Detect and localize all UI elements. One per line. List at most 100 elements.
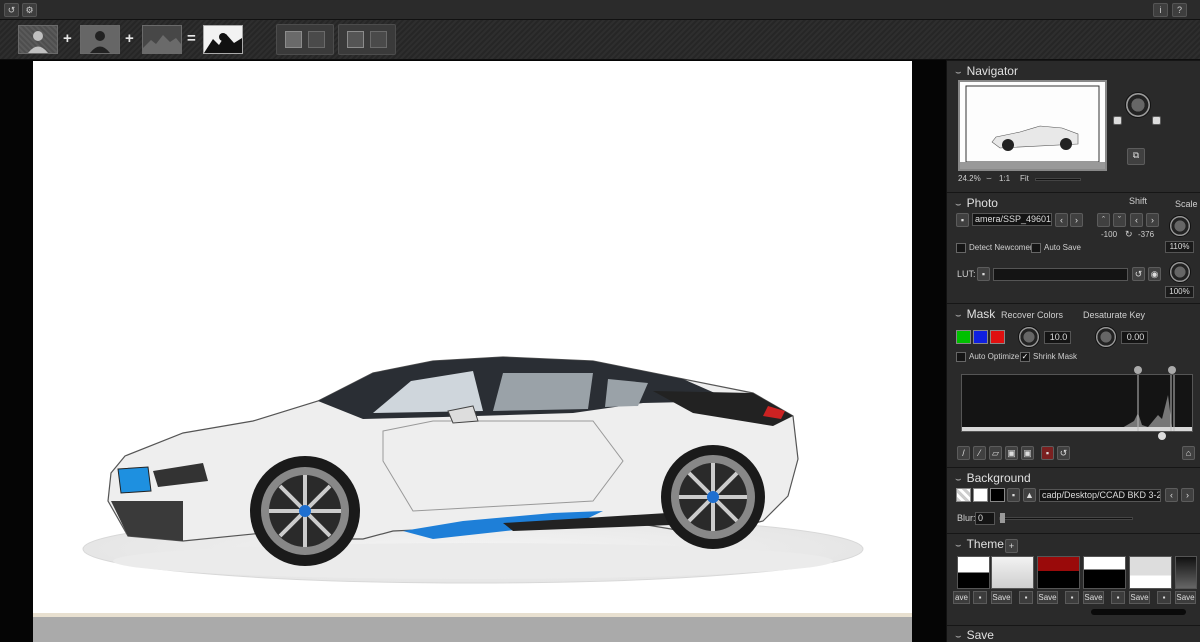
mask-brush-button[interactable]: / (957, 446, 970, 460)
navigator-header[interactable]: ⌣ Navigator (955, 64, 1018, 78)
mask-layer-button[interactable] (80, 25, 120, 54)
prev-bg-button[interactable]: ‹ (1165, 488, 1178, 502)
photo-save-button[interactable] (308, 31, 325, 48)
theme-delete-button-2[interactable]: ▪ (1019, 591, 1033, 604)
help-button[interactable]: ? (1172, 3, 1187, 17)
bg-white-option[interactable] (973, 488, 988, 502)
theme-save-button-6[interactable]: Save (1175, 591, 1196, 604)
theme-thumb-2[interactable] (991, 556, 1034, 589)
zoom-menu-icon[interactable]: ⌣ (986, 173, 992, 184)
theme-thumb-5[interactable] (1129, 556, 1172, 589)
lut-open-button[interactable]: ▪ (977, 267, 990, 281)
shift-up-button[interactable]: ˆ (1097, 213, 1110, 227)
desaturate-key-dial[interactable] (1095, 326, 1117, 348)
next-bg-button[interactable]: › (1181, 488, 1194, 502)
mask-load-button[interactable]: ▣ (1021, 446, 1034, 460)
mask-paint-button[interactable]: ⁄ (973, 446, 986, 460)
zoom-out-icon[interactable] (1113, 116, 1122, 125)
theme-thumb-1[interactable] (957, 556, 990, 589)
photo-header[interactable]: ⌣ Photo (955, 196, 998, 210)
histogram-high-handle[interactable] (1168, 366, 1176, 374)
detect-newcomer-checkbox[interactable] (956, 243, 966, 253)
fit-button[interactable]: Fit (1020, 174, 1029, 183)
info-button[interactable]: i (1153, 3, 1168, 17)
mask-clear-button[interactable]: ▪ (1041, 446, 1054, 460)
theme-delete-button-3[interactable]: ▪ (1065, 591, 1079, 604)
shift-left-button[interactable]: ‹ (1130, 213, 1143, 227)
shift-reset-icon[interactable]: ↻ (1125, 229, 1133, 240)
next-photo-button[interactable]: › (1070, 213, 1083, 227)
scale-value[interactable]: 110% (1165, 241, 1194, 253)
undo-button[interactable]: ↺ (4, 3, 19, 17)
recover-colors-value[interactable]: 10.0 (1044, 331, 1071, 344)
background-layer-button[interactable] (142, 25, 182, 54)
open-folder-button[interactable] (347, 31, 364, 48)
theme-delete-button-4[interactable]: ▪ (1111, 591, 1125, 604)
add-theme-button[interactable]: + (1005, 539, 1018, 553)
recover-colors-dial[interactable] (1018, 326, 1040, 348)
one-to-one-button[interactable]: 1:1 (999, 174, 1010, 183)
theme-thumb-6[interactable] (1175, 556, 1197, 589)
prev-photo-button[interactable]: ‹ (1055, 213, 1068, 227)
theme-thumb-3[interactable] (1037, 556, 1080, 589)
theme-thumb-4[interactable] (1083, 556, 1126, 589)
photo-file-field[interactable]: amera/SSP_49601.jpg (972, 213, 1052, 226)
blur-value[interactable]: 0 (975, 512, 995, 525)
zoom-slider[interactable] (1035, 178, 1081, 181)
lut-visibility-button[interactable]: ◉ (1148, 267, 1161, 281)
key-color-red[interactable] (990, 330, 1005, 344)
theme-save-button-3[interactable]: Save (1037, 591, 1058, 604)
bg-black-option[interactable] (990, 488, 1005, 502)
auto-save-checkbox[interactable] (1031, 243, 1041, 253)
shift-down-button[interactable]: ˇ (1113, 213, 1126, 227)
mask-header[interactable]: ⌣ Mask (955, 307, 995, 321)
theme-scrollbar[interactable] (1091, 609, 1186, 615)
navigator-preview[interactable] (958, 80, 1107, 171)
mask-histogram[interactable] (961, 374, 1193, 432)
theme-delete-button-1[interactable]: ▪ (973, 591, 987, 604)
lut-strength-value[interactable]: 100% (1165, 286, 1194, 298)
photo-canvas[interactable] (33, 61, 912, 642)
canvas-area (0, 60, 946, 642)
photo-open-button[interactable]: ▪ (956, 213, 969, 227)
key-color-green[interactable] (956, 330, 971, 344)
theme-save-button-4[interactable]: Save (1083, 591, 1104, 604)
scale-dial[interactable] (1169, 215, 1191, 237)
blur-slider-handle[interactable] (1000, 513, 1005, 523)
shift-right-button[interactable]: › (1146, 213, 1159, 227)
theme-delete-button-5[interactable]: ▪ (1157, 591, 1171, 604)
histogram-gamma-handle[interactable] (1158, 432, 1166, 440)
bg-transparent-option[interactable] (956, 488, 971, 502)
blur-slider[interactable] (999, 517, 1133, 520)
theme-header[interactable]: ⌣ Theme (955, 537, 1004, 551)
mask-undo-button[interactable]: ↺ (1057, 446, 1070, 460)
composite-result-button[interactable] (203, 25, 243, 54)
shrink-mask-checkbox[interactable]: ✓ (1020, 352, 1030, 362)
background-header[interactable]: ⌣ Background (955, 471, 1031, 485)
key-color-blue[interactable] (973, 330, 988, 344)
mask-erase-button[interactable]: ▱ (989, 446, 1002, 460)
foreground-layer-button[interactable] (18, 25, 58, 54)
lut-strength-dial[interactable] (1169, 261, 1191, 283)
photo-import-button[interactable] (285, 31, 302, 48)
auto-optimize-checkbox[interactable] (956, 352, 966, 362)
theme-save-button-5[interactable]: Save (1129, 591, 1150, 604)
theme-save-button-1[interactable]: ave (953, 591, 970, 604)
batch-save-button[interactable] (370, 31, 387, 48)
zoom-in-icon[interactable] (1152, 116, 1161, 125)
bg-image-button[interactable]: ▲ (1023, 488, 1036, 502)
settings-button[interactable]: ⚙ (22, 3, 37, 17)
pen-icon: / (962, 448, 965, 458)
lut-field[interactable] (993, 268, 1128, 281)
histogram-low-handle[interactable] (1134, 366, 1142, 374)
save-header[interactable]: ⌣ Save (955, 628, 994, 642)
bg-file-field[interactable]: cadp/Desktop/CCAD BKD 3-27.png (1039, 489, 1161, 502)
theme-save-button-2[interactable]: Save (991, 591, 1012, 604)
zoom-dial[interactable] (1125, 92, 1151, 118)
detach-view-button[interactable]: ⧉ (1127, 148, 1145, 165)
lut-reset-button[interactable]: ↺ (1132, 267, 1145, 281)
bg-open-button[interactable]: ▪ (1007, 488, 1020, 502)
mask-preview-button[interactable]: ⌂ (1182, 446, 1195, 460)
desaturate-key-value[interactable]: 0.00 (1121, 331, 1148, 344)
mask-save-button[interactable]: ▣ (1005, 446, 1018, 460)
